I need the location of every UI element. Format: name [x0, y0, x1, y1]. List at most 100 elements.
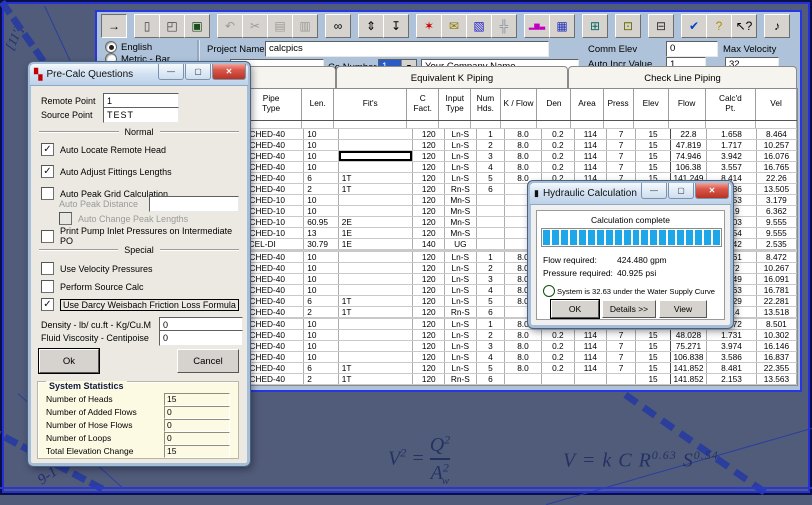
table-cell[interactable]: 2 — [477, 140, 506, 150]
table-cell[interactable]: 114 — [575, 363, 607, 373]
monitor-button[interactable]: ⊡ — [615, 14, 641, 38]
table-cell[interactable]: 13.518 — [757, 307, 797, 317]
table-cell[interactable]: SCHED-40 — [241, 341, 304, 351]
table-cell[interactable]: 16.091 — [757, 274, 797, 284]
table-cell[interactable] — [542, 374, 575, 384]
table-cell[interactable]: 16.765 — [757, 162, 797, 172]
table-cell[interactable]: 120 — [413, 217, 445, 227]
table-cell[interactable] — [607, 374, 637, 384]
table-cell[interactable]: SCHED-10 — [241, 206, 304, 216]
table-cell[interactable]: SCHED-40 — [241, 151, 304, 161]
table-cell[interactable] — [575, 374, 607, 384]
table-cell[interactable]: 60.95 — [304, 217, 339, 227]
maximize-button[interactable]: ▢ — [185, 64, 211, 80]
table-cell[interactable]: 4 — [477, 352, 506, 362]
table-cell[interactable] — [477, 217, 506, 227]
table-cell[interactable]: 8.0 — [505, 151, 541, 161]
table-cell[interactable]: Rn-S — [445, 307, 477, 317]
table-cell[interactable]: 120 — [413, 129, 445, 139]
table-cell[interactable]: 0.2 — [542, 341, 575, 351]
cancel-button[interactable]: Cancel — [177, 349, 239, 373]
details-button[interactable]: Details >> — [602, 300, 656, 318]
table-cell[interactable]: 6 — [477, 307, 506, 317]
table-cell[interactable]: SCHED-10 — [241, 217, 304, 227]
table-cell[interactable]: 3 — [477, 341, 506, 351]
table-cell[interactable]: SCHED-40 — [241, 319, 304, 329]
table-cell[interactable]: 1.717 — [707, 140, 757, 150]
table-cell[interactable]: 1.731 — [707, 330, 757, 340]
table-cell[interactable]: 8.0 — [505, 129, 541, 139]
table-cell[interactable]: 120 — [413, 151, 445, 161]
table-cell[interactable]: SCHED-40 — [241, 274, 304, 284]
table-cell[interactable]: 10 — [304, 352, 339, 362]
table-cell[interactable]: 3.974 — [707, 341, 757, 351]
minimize-button[interactable]: — — [158, 64, 184, 80]
table-cell[interactable]: 5 — [477, 296, 506, 306]
table-cell[interactable]: 2.535 — [757, 239, 797, 249]
find-button[interactable]: ∞ — [325, 14, 351, 38]
table-cell[interactable]: 2 — [304, 184, 339, 194]
table-cell[interactable]: 8.0 — [505, 352, 541, 362]
use-darcy-weisbach-friction-loss-formula-checkbox[interactable]: ✓Use Darcy Weisbach Friction Loss Formul… — [41, 298, 239, 311]
table-cell[interactable]: 120 — [413, 162, 445, 172]
table-cell[interactable]: Ln-S — [445, 173, 477, 183]
table-cell[interactable]: 1T — [339, 184, 414, 194]
table-cell[interactable]: 2CEL-DI — [241, 239, 304, 249]
print-button[interactable]: ⊟ — [648, 14, 674, 38]
table-cell[interactable]: 106.838 — [670, 352, 707, 362]
table-cell[interactable]: 15 — [636, 352, 670, 362]
table-cell[interactable]: 10 — [304, 319, 339, 329]
table-cell[interactable]: 120 — [413, 352, 445, 362]
table-cell[interactable]: SCHED-40 — [241, 296, 304, 306]
table-cell[interactable] — [505, 374, 541, 384]
help-button[interactable]: ? — [706, 14, 732, 38]
table-cell[interactable]: Ln-S — [445, 352, 477, 362]
table-cell[interactable]: 8.501 — [757, 319, 797, 329]
table-cell[interactable]: 120 — [413, 206, 445, 216]
table-cell[interactable]: 15 — [636, 363, 670, 373]
table-cell[interactable]: SCHED-40 — [241, 352, 304, 362]
table-cell[interactable]: 1T — [339, 363, 414, 373]
table-cell[interactable]: 22.355 — [757, 363, 797, 373]
table-cell[interactable] — [477, 195, 506, 205]
table-cell[interactable]: 1.658 — [707, 129, 757, 139]
table-cell[interactable]: 114 — [575, 341, 607, 351]
table-cell[interactable]: Mn-S — [445, 217, 477, 227]
table-cell[interactable]: SCHED-40 — [241, 285, 304, 295]
table-cell[interactable]: SCHED-40 — [241, 363, 304, 373]
auto-adjust-fittings-lengths-checkbox[interactable]: ✓Auto Adjust Fittings Lengths — [41, 165, 239, 178]
table-cell[interactable]: 15 — [636, 140, 670, 150]
table-cell[interactable]: 120 — [413, 184, 445, 194]
table-cell[interactable]: 120 — [413, 374, 445, 384]
table-cell[interactable]: 8.472 — [757, 252, 797, 262]
table-cell[interactable]: Ln-S — [445, 274, 477, 284]
table-cell[interactable]: 114 — [575, 129, 607, 139]
table-cell[interactable]: 10 — [304, 330, 339, 340]
table-cell[interactable]: SCHED-40 — [241, 140, 304, 150]
table-cell[interactable]: 0.2 — [542, 363, 575, 373]
table-cell[interactable]: 120 — [413, 330, 445, 340]
table-cell[interactable]: 22.281 — [757, 296, 797, 306]
table-cell[interactable]: 0.2 — [542, 140, 575, 150]
table-cell[interactable]: 7 — [607, 162, 637, 172]
table-cell[interactable]: 15 — [636, 330, 670, 340]
table-cell[interactable]: 10.267 — [757, 263, 797, 273]
table-cell[interactable]: 1E — [339, 228, 414, 238]
table-cell[interactable]: 6 — [477, 374, 506, 384]
table-cell[interactable]: 5 — [477, 173, 506, 183]
table-cell[interactable]: 1E — [339, 239, 414, 249]
table-cell[interactable]: 7 — [607, 330, 637, 340]
table-cell[interactable]: Rn-S — [445, 374, 477, 384]
table-cell[interactable] — [339, 285, 414, 295]
auto-change-peak-checkbox[interactable]: Auto Change Peak Lengths — [59, 212, 239, 225]
table-cell[interactable]: 114 — [575, 352, 607, 362]
table-cell[interactable]: 15 — [636, 162, 670, 172]
table-cell[interactable]: 22.26 — [757, 173, 797, 183]
table-cell[interactable]: UG — [445, 239, 477, 249]
table-cell[interactable]: 74.946 — [670, 151, 707, 161]
table-cell[interactable]: 120 — [413, 285, 445, 295]
table-cell[interactable]: 120 — [413, 319, 445, 329]
table-cell[interactable]: 120 — [413, 363, 445, 373]
ok-button[interactable]: OK — [551, 300, 599, 318]
table-cell[interactable]: 0.2 — [542, 151, 575, 161]
